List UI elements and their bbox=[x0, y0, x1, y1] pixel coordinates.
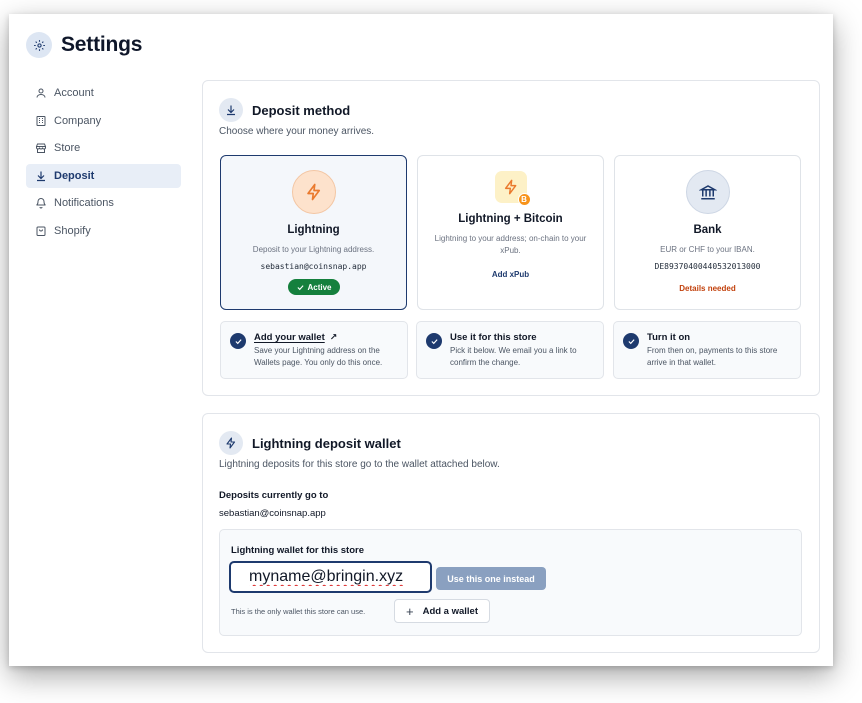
lightning-wallet-card: Lightning deposit wallet Lightning depos… bbox=[202, 413, 820, 653]
sidebar-item-shopify[interactable]: Shopify bbox=[26, 219, 181, 243]
download-icon bbox=[37, 171, 45, 181]
page-header: Settings bbox=[26, 32, 142, 58]
deposit-method-header: Deposit method bbox=[219, 98, 350, 122]
current-wallet-value: sebastian@coinsnap.app bbox=[219, 508, 326, 519]
add-wallet-label: Add a wallet bbox=[422, 605, 479, 617]
add-xpub-link[interactable]: Add xPub bbox=[418, 270, 603, 279]
step-turn-on: Turn it on From then on, payments to thi… bbox=[613, 321, 801, 379]
step-title: Use it for this store bbox=[450, 332, 537, 343]
settings-window: Settings Account Company Store Deposit N… bbox=[9, 14, 833, 666]
step-add-wallet: Add your wallet ↗ Save your Lightning ad… bbox=[220, 321, 408, 379]
wallet-input[interactable] bbox=[229, 561, 432, 593]
check-icon bbox=[230, 333, 246, 349]
section-subtitle: Lightning deposits for this store go to … bbox=[219, 459, 500, 470]
sidebar-item-company[interactable]: Company bbox=[26, 109, 181, 133]
step-use-for-store: Use it for this store Pick it below. We … bbox=[416, 321, 604, 379]
store-icon bbox=[36, 143, 46, 153]
section-subtitle: Choose where your money arrives. bbox=[219, 126, 375, 137]
add-wallet-link[interactable]: Add your wallet ↗ bbox=[254, 332, 337, 343]
lightning-wallet-header: Lightning deposit wallet bbox=[219, 431, 401, 455]
download-icon bbox=[219, 98, 243, 122]
lightning-address: sebastian@coinsnap.app bbox=[260, 262, 367, 271]
shopping-bag-icon bbox=[36, 226, 46, 236]
sidebar-item-label: Store bbox=[54, 142, 81, 154]
method-title: Bank bbox=[693, 224, 722, 236]
sidebar-item-label: Deposit bbox=[54, 169, 95, 182]
bell-icon bbox=[36, 198, 46, 209]
method-description: Deposit to your Lightning address. bbox=[252, 245, 375, 254]
current-wallet-label: Deposits currently go to bbox=[219, 490, 329, 501]
add-wallet-button[interactable]: + Add a wallet bbox=[394, 599, 490, 623]
sidebar-item-label: Shopify bbox=[54, 224, 91, 237]
sidebar-item-label: Account bbox=[54, 87, 94, 99]
sidebar: Account Company Store Deposit Notificati… bbox=[26, 81, 181, 246]
iban: DE89370400440532013000 bbox=[654, 262, 761, 271]
check-icon bbox=[623, 333, 639, 349]
use-this-wallet-button[interactable]: Use this one instead bbox=[436, 567, 546, 590]
wallet-selector-panel: Lightning wallet for this store Use this… bbox=[219, 529, 802, 636]
sidebar-item-account[interactable]: Account bbox=[26, 81, 181, 105]
plus-icon: + bbox=[405, 603, 414, 619]
method-description: EUR or CHF to your IBAN. bbox=[660, 245, 755, 254]
gear-icon bbox=[26, 32, 52, 58]
user-icon bbox=[36, 88, 46, 98]
sidebar-item-notifications[interactable]: Notifications bbox=[26, 191, 181, 215]
step-description: Pick it below. We email you a link to co… bbox=[450, 346, 577, 367]
lightning-bitcoin-icon: B bbox=[494, 170, 531, 206]
wallet-field-label: Lightning wallet for this store bbox=[231, 545, 364, 556]
deposit-method-card: Deposit method Choose where your money a… bbox=[202, 80, 820, 396]
status-badge: Active bbox=[287, 279, 340, 295]
method-description: Lightning to your address; on-chain to y… bbox=[434, 234, 587, 255]
method-title: Lightning + Bitcoin bbox=[458, 213, 563, 225]
method-option-bank[interactable]: Bank EUR or CHF to your IBAN. DE89370400… bbox=[614, 155, 801, 310]
check-icon bbox=[426, 333, 442, 349]
lightning-icon bbox=[291, 170, 336, 214]
method-option-lightning-bitcoin[interactable]: B Lightning + Bitcoin Lightning to your … bbox=[417, 155, 604, 310]
details-needed-link[interactable]: Details needed bbox=[615, 284, 800, 293]
status-badge-label: Active bbox=[307, 282, 332, 292]
sidebar-item-store[interactable]: Store bbox=[26, 136, 181, 160]
sidebar-item-deposit[interactable]: Deposit bbox=[26, 163, 181, 188]
step-title: Turn it on bbox=[647, 332, 691, 343]
step-description: From then on, payments to this store arr… bbox=[647, 346, 778, 367]
lightning-icon bbox=[219, 431, 243, 455]
page-title: Settings bbox=[61, 33, 143, 56]
sidebar-item-label: Company bbox=[54, 114, 102, 127]
external-link-icon: ↗ bbox=[329, 332, 338, 342]
section-title: Lightning deposit wallet bbox=[252, 435, 401, 451]
bank-icon bbox=[685, 170, 730, 214]
method-title: Lightning bbox=[287, 224, 340, 236]
step-title: Add your wallet bbox=[254, 332, 325, 343]
wallet-note: This is the only wallet this store can u… bbox=[231, 607, 366, 616]
step-description: Save your Lightning address on the Walle… bbox=[254, 346, 383, 367]
method-option-lightning[interactable]: Lightning Deposit to your Lightning addr… bbox=[220, 155, 407, 310]
sidebar-item-label: Notifications bbox=[54, 197, 114, 209]
building-icon bbox=[36, 115, 46, 126]
section-title: Deposit method bbox=[252, 102, 351, 118]
